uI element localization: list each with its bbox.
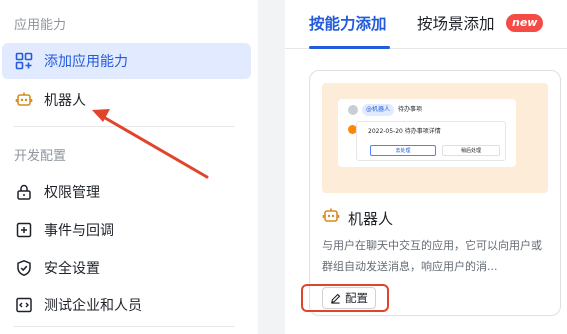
sidebar-divider — [14, 126, 234, 127]
section-title-dev-config: 开发配置 — [14, 149, 67, 164]
card-preview-image: @机器人 待办事项 2022-05-20 待办事项详情 去处理 稍后处理 — [322, 83, 548, 193]
sidebar: 应用能力 添加应用能力 机器人 开发配置 权限管理 事件与回调 安全设置 测试企… — [0, 0, 260, 334]
tab-by-scene[interactable]: 按场景添加 — [417, 12, 495, 36]
tab-by-ability[interactable]: 按能力添加 — [309, 12, 387, 36]
sidebar-divider — [14, 326, 234, 327]
sidebar-item-add-ability[interactable]: 添加应用能力 — [2, 43, 251, 79]
card-title: 机器人 — [348, 209, 394, 228]
sidebar-item-label: 机器人 — [44, 93, 86, 109]
preview-button-secondary: 稍后处理 — [442, 145, 500, 156]
active-tab-indicator — [309, 46, 390, 49]
annotation-highlight-box — [301, 284, 389, 312]
lock-icon — [14, 182, 34, 202]
card-title-row: 机器人 — [322, 207, 393, 229]
preview-line-text: 2022-05-20 待办事项详情 — [368, 128, 441, 135]
preview-button-primary: 去处理 — [370, 145, 436, 156]
sidebar-item-label: 权限管理 — [44, 185, 100, 201]
sidebar-item-test-users[interactable]: 测试企业和人员 — [2, 287, 251, 323]
sidebar-item-label: 测试企业和人员 — [44, 298, 142, 314]
preview-message-mock: @机器人 待办事项 2022-05-20 待办事项详情 去处理 稍后处理 — [338, 99, 516, 167]
card-description: 与用户在聊天中交互的应用，它可以向用户或群组自动发送消息，响应用户的消... — [322, 239, 542, 273]
preview-header-text: 待办事项 — [398, 106, 423, 113]
robot-icon — [322, 207, 340, 229]
event-plus-icon — [14, 220, 34, 240]
code-icon — [14, 295, 34, 315]
new-badge: new — [506, 14, 544, 32]
sidebar-item-permissions[interactable]: 权限管理 — [2, 174, 251, 210]
sidebar-item-label: 事件与回调 — [44, 223, 114, 239]
shield-check-icon — [14, 258, 34, 278]
sidebar-item-robot[interactable]: 机器人 — [2, 82, 251, 118]
sidebar-item-label: 安全设置 — [44, 261, 100, 277]
sidebar-item-events[interactable]: 事件与回调 — [2, 212, 251, 248]
ability-card-robot[interactable]: @机器人 待办事项 2022-05-20 待办事项详情 去处理 稍后处理 机器人… — [309, 70, 561, 316]
sidebar-item-security[interactable]: 安全设置 — [2, 250, 251, 286]
section-title-app-abilities: 应用能力 — [14, 18, 67, 33]
sidebar-item-label: 添加应用能力 — [44, 54, 128, 70]
preview-mention-chip: @机器人 — [362, 104, 395, 116]
robot-icon — [14, 90, 34, 110]
preview-avatar — [348, 105, 358, 115]
grid-add-icon — [14, 51, 34, 71]
panel-separator — [258, 0, 285, 334]
